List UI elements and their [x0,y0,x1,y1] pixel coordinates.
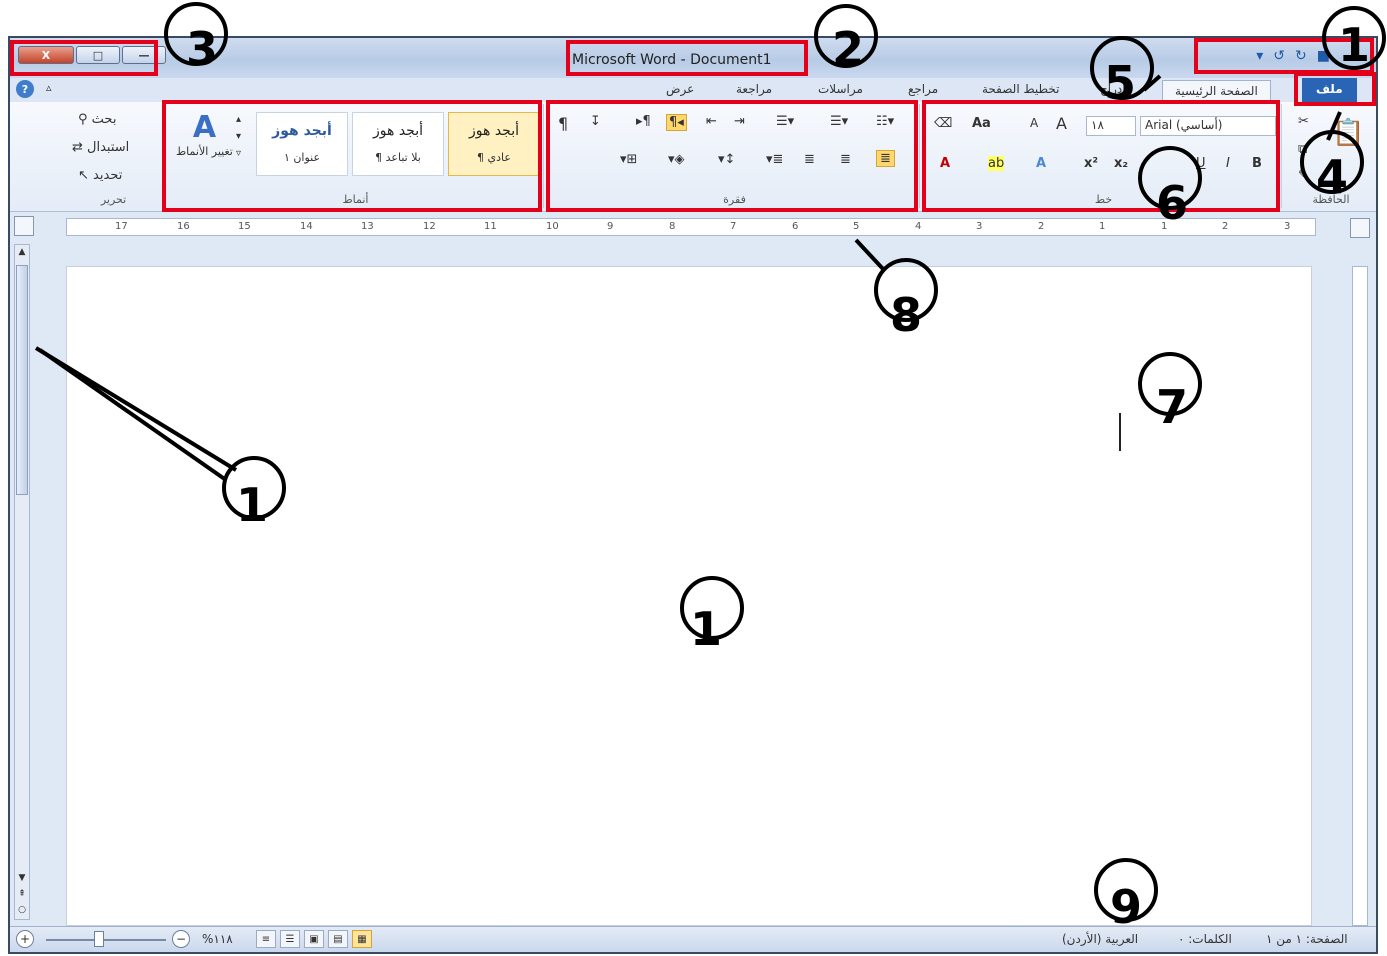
ruler-tick: 3 [1284,221,1291,232]
tab-review[interactable]: مراجعة [736,82,772,96]
browse-object-icon[interactable]: ○ [15,905,29,915]
ruler-tick: 6 [792,221,799,232]
ruler-tick: 5 [853,221,860,232]
callout-7: 7 [1156,380,1189,434]
ruler-tick: 12 [423,221,436,232]
minimize-ribbon-icon[interactable]: ▵ [46,81,52,94]
scroll-up-arrow[interactable]: ▲ [15,247,29,257]
binoculars-icon: ⚲ [78,112,88,127]
ruler-tick: 7 [730,221,737,232]
ruler-tick: 11 [484,221,497,232]
web-layout-icon[interactable]: ▣ [304,930,324,948]
ruler-tick: 4 [915,221,922,232]
ruler-tick: 14 [300,221,313,232]
ruler-tick: 16 [177,221,190,232]
word-count[interactable]: الكلمات: ٠ [1178,932,1232,946]
callout-10: 1 [236,478,269,532]
annotation-box-file-tab [1294,72,1376,106]
reading-view-icon[interactable]: ▤ [328,930,348,948]
text-cursor [1119,413,1121,451]
tab-references[interactable]: مراجع [908,82,938,96]
previous-page-icon[interactable]: ⇞ [15,889,29,899]
annotation-box-paragraph [546,100,918,212]
tab-page-layout[interactable]: تخطيط الصفحة [982,82,1059,96]
ribbon-tabs: ? ▵ عرض مراجعة مراسلات مراجع تخطيط الصفح… [10,78,1376,102]
ruler-tick: 15 [238,221,251,232]
select-button[interactable]: ↖ تحديد [78,168,122,183]
tab-view[interactable]: عرض [666,82,694,96]
annotation-box-title [566,40,808,76]
draft-view-icon[interactable]: ≡ [256,930,276,948]
ruler-tick: 8 [669,221,676,232]
print-layout-icon[interactable]: ▦ [352,930,372,948]
callout-8: 8 [890,288,923,342]
zoom-in-button[interactable]: + [16,930,34,948]
annotation-box-window-controls [10,40,158,76]
callout-5: 5 [1104,56,1137,110]
callout-3: 3 [186,22,219,76]
callout-2: 2 [832,22,865,76]
ruler-tick: 10 [546,221,559,232]
callout-9: 9 [1110,880,1143,934]
scroll-down-arrow[interactable]: ▼ [15,873,29,883]
editing-group: ⚲ بحث ⇄ استبدال ↖ تحديد تحرير [64,104,164,208]
ruler-tick: 1 [1099,221,1106,232]
callout-4: 4 [1316,150,1349,204]
callout-1: 1 [1338,18,1371,72]
scroll-thumb[interactable] [16,265,28,495]
ruler-tick: 9 [607,221,614,232]
find-button[interactable]: ⚲ بحث [78,112,116,127]
tab-home[interactable]: الصفحة الرئيسية [1162,80,1271,102]
zoom-thumb[interactable] [94,931,104,947]
ruler-tick: 13 [361,221,374,232]
horizontal-ruler[interactable]: 17 16 15 14 13 12 11 10 9 8 7 6 5 4 3 2 1 1 2 3 [66,218,1316,236]
callout-6: 6 [1156,176,1189,230]
annotation-box-font [922,100,1280,212]
zoom-level[interactable]: %١١٨ [202,932,233,946]
replace-icon: ⇄ [72,140,83,155]
ruler-tick: 3 [976,221,983,232]
ruler-tab-selector[interactable] [14,216,34,236]
ruler-tick: 2 [1222,221,1229,232]
zoom-out-button[interactable]: − [172,930,190,948]
status-bar: + − %١١٨ ≡ ☰ ▣ ▤ ▦ العربية (الأردن) الكل… [10,926,1376,952]
vertical-scrollbar[interactable]: ▲ ▼ ⇞ ○ [14,244,30,920]
replace-button[interactable]: ⇄ استبدال [72,140,129,155]
vertical-ruler [1352,266,1368,926]
outline-view-icon[interactable]: ☰ [280,930,300,948]
help-icon[interactable]: ? [16,80,34,98]
page-number[interactable]: الصفحة: ١ من ١ [1266,932,1348,946]
cursor-icon: ↖ [78,168,89,183]
callout-11: 1 [690,602,723,656]
zoom-slider[interactable] [46,939,166,941]
annotation-box-styles [162,100,542,212]
language-indicator[interactable]: العربية (الأردن) [1062,932,1138,946]
editing-group-label: تحرير [100,193,127,206]
ruler-tick: 17 [115,221,128,232]
view-ruler-button[interactable] [1350,218,1370,238]
ruler-tick: 2 [1038,221,1045,232]
cut-icon[interactable]: ✂ [1298,114,1309,129]
tab-mailings[interactable]: مراسلات [818,82,863,96]
